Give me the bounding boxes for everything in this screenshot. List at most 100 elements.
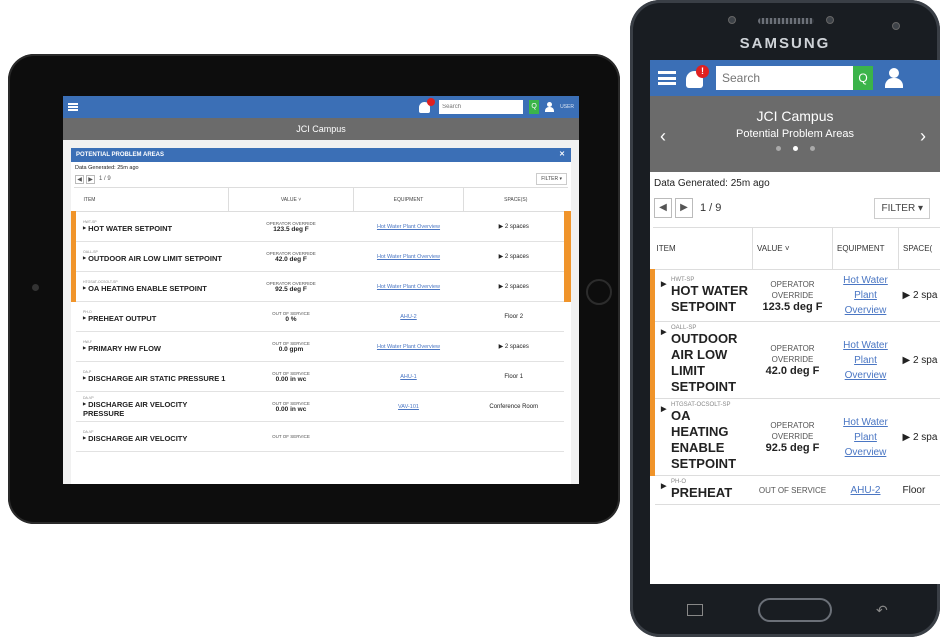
close-icon[interactable]: ✕: [559, 148, 565, 162]
next-page-button[interactable]: ▶: [86, 174, 95, 184]
point-name[interactable]: PREHEAT OUTPUT: [83, 314, 156, 323]
tablet-home-button[interactable]: [586, 279, 612, 305]
point-name[interactable]: OUTDOOR AIR LOW LIMIT SETPOINT: [83, 254, 222, 263]
space-cell: Floor 1: [463, 361, 568, 392]
search-button[interactable]: Q: [853, 66, 873, 90]
equipment-link[interactable]: Hot Water Plant Overview: [837, 338, 895, 383]
point-name[interactable]: HOT WATER SETPOINT: [83, 224, 172, 233]
value-reading: 0.0 gpm: [278, 345, 304, 353]
carousel-dot[interactable]: [809, 146, 815, 151]
carousel-dot[interactable]: [775, 146, 781, 151]
back-key-icon[interactable]: ↶: [876, 602, 888, 619]
point-name[interactable]: DISCHARGE AIR VELOCITY PRESSURE: [83, 400, 187, 418]
column-header-equipment[interactable]: EQUIPMENT: [353, 187, 464, 212]
point-name[interactable]: HOT WATER SETPOINT: [659, 277, 749, 315]
user-icon[interactable]: [545, 102, 555, 112]
search-input[interactable]: [716, 66, 853, 90]
space-link[interactable]: ▶ 2 spaces: [465, 223, 564, 230]
equipment-link[interactable]: Hot Water Plant Overview: [355, 284, 463, 290]
point-name[interactable]: PRIMARY HW FLOW: [83, 344, 161, 353]
next-page-button[interactable]: ▶: [675, 198, 693, 218]
equipment-cell: Hot Water Plant Overview: [353, 331, 464, 362]
prev-page-button[interactable]: ◀: [654, 198, 672, 218]
space-link[interactable]: Conference Room: [465, 404, 564, 410]
space-link[interactable]: ▶ 2 spa: [903, 290, 941, 301]
notification-bell-icon[interactable]: [419, 98, 436, 114]
column-header-spaces[interactable]: SPACE(S): [463, 187, 568, 212]
space-link[interactable]: ▶ 2 spa: [903, 432, 941, 443]
value-reading: 42.0 deg F: [765, 365, 820, 377]
column-header-value[interactable]: VALUE ˅: [228, 187, 354, 212]
carousel-prev-icon[interactable]: ‹: [660, 126, 666, 147]
equipment-link[interactable]: Hot Water Plant Overview: [355, 224, 463, 230]
space-link[interactable]: ▶ 2 spaces: [465, 343, 564, 350]
space-link[interactable]: Floor 2: [465, 314, 564, 320]
hamburger-menu-icon[interactable]: [68, 103, 78, 111]
equipment-link[interactable]: AHU-2: [355, 314, 463, 320]
value-status: OPERATOR OVERRIDE: [770, 344, 815, 364]
value-reading: 0.00 in wc: [275, 405, 307, 413]
table-row[interactable]: OALL-SPOUTDOOR AIR LOW LIMIT SETPOINTOPE…: [650, 321, 941, 399]
space-link[interactable]: ▶ 2 spaces: [465, 253, 564, 260]
item-cell: OALL-SPOUTDOOR AIR LOW LIMIT SETPOINT: [71, 241, 229, 272]
equipment-link[interactable]: AHU-2: [837, 483, 895, 498]
table-row[interactable]: DA-VPDISCHARGE AIR VELOCITY PRESSUREOUT …: [73, 391, 568, 422]
menu-key-icon[interactable]: [687, 604, 703, 616]
equipment-link[interactable]: Hot Water Plant Overview: [355, 344, 463, 350]
table-row[interactable]: OALL-SPOUTDOOR AIR LOW LIMIT SETPOINTOPE…: [71, 241, 571, 272]
point-name[interactable]: OUTDOOR AIR LOW LIMIT SETPOINT: [659, 325, 749, 395]
space-link[interactable]: ▶ 2 spa: [903, 355, 941, 366]
problem-table: ITEM VALUE ˅ EQUIPMENT SPACE(S) HWT-SPHO…: [71, 187, 571, 452]
column-header-value[interactable]: VALUE ˅: [752, 227, 833, 270]
equipment-link[interactable]: Hot Water Plant Overview: [837, 273, 895, 318]
user-icon[interactable]: [885, 68, 903, 88]
table-row[interactable]: DA-VFDISCHARGE AIR VELOCITY OUT OF SERVIC…: [73, 421, 568, 452]
table-row[interactable]: DA-PDISCHARGE AIR STATIC PRESSURE 1OUT O…: [73, 361, 568, 392]
space-cell: ▶ 2 spaces: [463, 271, 571, 302]
user-name[interactable]: USER: [560, 104, 574, 110]
value-reading: 123.5 deg F: [273, 225, 309, 233]
table-row[interactable]: HWT-SPHOT WATER SETPOINTOPERATOR OVERRID…: [71, 211, 571, 242]
value-cell: OPERATOR OVERRIDE 123.5 deg F: [752, 269, 833, 322]
space-link[interactable]: Floor: [903, 485, 941, 496]
equipment-cell: VAV-101: [353, 391, 464, 422]
search-button[interactable]: Q: [529, 100, 540, 114]
table-row[interactable]: HW-FPRIMARY HW FLOWOUT OF SERVICE0.0 gpm…: [73, 331, 568, 362]
equipment-link[interactable]: VAV-101: [355, 404, 463, 410]
carousel-dot-active[interactable]: [792, 146, 798, 151]
equipment-cell: Hot Water Plant Overview: [353, 241, 464, 272]
mobile-top-bar: ! Q: [650, 60, 940, 96]
table-row[interactable]: HTGSAT-OCSOLT-SPOA HEATING ENABLE SETPOI…: [71, 271, 571, 302]
equipment-link[interactable]: Hot Water Plant Overview: [837, 415, 895, 460]
table-row[interactable]: HWT-SPHOT WATER SETPOINTOPERATOR OVERRID…: [650, 269, 941, 322]
top-bar: Q USER: [63, 96, 579, 118]
prev-page-button[interactable]: ◀: [75, 174, 84, 184]
equipment-link[interactable]: Hot Water Plant Overview: [355, 254, 463, 260]
filter-button[interactable]: FILTER ▾: [536, 173, 567, 185]
column-header-item[interactable]: ITEM: [73, 187, 229, 212]
carousel-next-icon[interactable]: ›: [920, 126, 926, 147]
notification-bell-icon[interactable]: !: [684, 65, 709, 90]
column-header-spaces[interactable]: SPACE(: [898, 227, 940, 270]
point-name[interactable]: OA HEATING ENABLE SETPOINT: [659, 402, 749, 472]
space-link[interactable]: Floor 1: [465, 374, 564, 380]
pager: ◀ ▶ 1 / 9 FILTER ▾: [650, 189, 940, 227]
value-cell: OUT OF SERVICE 0 %: [228, 301, 354, 332]
point-name[interactable]: DISCHARGE AIR STATIC PRESSURE 1: [83, 374, 225, 383]
column-header-equipment[interactable]: EQUIPMENT: [832, 227, 899, 270]
table-row[interactable]: PH-OPREHEAT OUT OF SERVICE AHU-2 Floor: [652, 475, 941, 505]
hamburger-menu-icon[interactable]: [658, 71, 676, 85]
search-input[interactable]: [439, 100, 524, 114]
table-row[interactable]: HTGSAT-OCSOLT-SPOA HEATING ENABLE SETPOI…: [650, 398, 941, 476]
equipment-link[interactable]: AHU-1: [355, 374, 463, 380]
point-name[interactable]: DISCHARGE AIR VELOCITY: [83, 434, 187, 443]
phone-device: SAMSUNG ! Q ‹ › JCI Campus Potential Pro…: [630, 0, 940, 637]
point-name[interactable]: OA HEATING ENABLE SETPOINT: [83, 284, 207, 293]
column-header-item[interactable]: ITEM: [652, 227, 753, 270]
problem-areas-panel: POTENTIAL PROBLEM AREAS ✕ Data Generated…: [71, 148, 571, 484]
phone-home-button[interactable]: [758, 598, 832, 622]
filter-button[interactable]: FILTER ▾: [874, 197, 930, 219]
table-row[interactable]: PH-OPREHEAT OUTPUTOUT OF SERVICE0 %AHU-2…: [73, 301, 568, 332]
space-link[interactable]: ▶ 2 spaces: [465, 283, 564, 290]
point-name[interactable]: PREHEAT: [659, 479, 749, 501]
